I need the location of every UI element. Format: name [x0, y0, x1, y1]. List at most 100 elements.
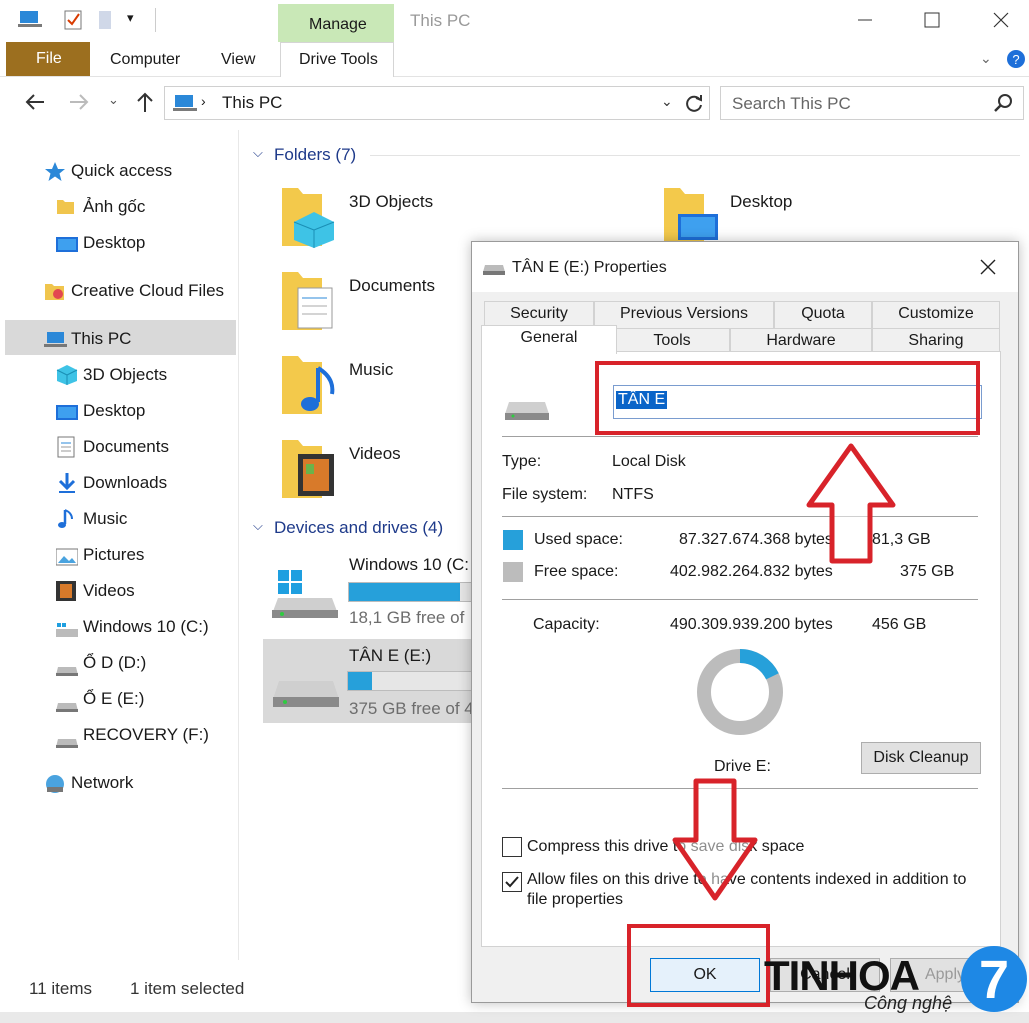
forward-arrow-icon[interactable] [66, 90, 92, 119]
nav-label: Downloads [83, 473, 168, 492]
tab-computer[interactable]: Computer [110, 51, 180, 69]
music-folder-icon [280, 350, 338, 421]
disk-cleanup-button[interactable]: Disk Cleanup [861, 742, 981, 774]
nav-label: Ổ D (D:) [83, 653, 147, 672]
drive-caption: Drive E: [714, 758, 771, 775]
folder-tile-label: Music [349, 360, 394, 379]
back-arrow-icon[interactable] [22, 90, 48, 119]
drive-tile-c[interactable]: Windows 10 (C: 18,1 GB free of [264, 550, 473, 632]
index-checkbox[interactable] [502, 872, 522, 892]
tab-label: Customize [898, 305, 974, 322]
breadcrumb-chevron-icon[interactable]: › [201, 93, 206, 109]
dialog-close-icon[interactable] [978, 257, 998, 282]
search-box[interactable]: Search This PC [720, 86, 1024, 120]
compress-label: Compress this drive to save disk space [527, 838, 805, 855]
nav-label: This PC [71, 329, 132, 348]
folder-tile-videos[interactable]: Videos [280, 434, 450, 500]
nav-label: RECOVERY (F:) [83, 725, 209, 744]
tab-quota[interactable]: Quota [774, 301, 872, 329]
videos-folder-icon [280, 434, 338, 505]
recent-locations-chevron-icon[interactable]: ⌄ [108, 92, 119, 108]
maximize-icon[interactable] [922, 10, 942, 35]
toolbar-divider [155, 8, 156, 32]
folders-group-header[interactable]: Folders (7) [274, 145, 356, 165]
desktop-icon [56, 402, 78, 434]
dialog-title: TÂN E (E:) Properties [512, 259, 667, 276]
nav-label: Network [71, 773, 134, 792]
tab-label: General [520, 329, 578, 346]
quick-access-toolbar-dropdown-icon[interactable]: ▾ [127, 10, 134, 26]
nav-label: Creative Cloud Files [71, 281, 225, 300]
windows-drive-icon [272, 570, 338, 625]
devices-group-header[interactable]: Devices and drives (4) [274, 518, 443, 538]
folder-tile-music[interactable]: Music [280, 350, 450, 416]
status-selected-count: 1 item selected [130, 979, 245, 998]
drive-tile-e[interactable]: TÂN E (E:) 375 GB free of 4 [263, 639, 474, 723]
tab-customize[interactable]: Customize [872, 301, 1000, 329]
tab-label: Security [510, 305, 568, 322]
desktop-icon [56, 234, 78, 266]
folder-tile-label: 3D Objects [349, 192, 434, 211]
this-pc-icon [44, 329, 68, 363]
free-space-swatch [503, 562, 523, 582]
annotation-highlight-ok-box [627, 924, 770, 1007]
tab-view[interactable]: View [221, 51, 255, 69]
3d-objects-icon [56, 364, 78, 398]
address-bar[interactable]: › This PC ⌄ [164, 86, 710, 120]
dialog-separator [502, 599, 978, 600]
capacity-gb: 456 GB [872, 616, 927, 633]
folder-tile-label: Videos [349, 444, 401, 463]
nav-label: Ổ E (E:) [83, 689, 145, 708]
tab-previous-versions[interactable]: Previous Versions [594, 301, 774, 329]
tab-drive-tools[interactable]: Drive Tools [280, 42, 394, 77]
nav-label: Desktop [83, 233, 146, 252]
drive-c-usage-bar [348, 582, 473, 602]
watermark-seven-badge-icon: 7 [960, 942, 1028, 1021]
up-arrow-icon[interactable] [133, 89, 157, 120]
tab-general[interactable]: General [481, 325, 617, 354]
address-this-pc-icon [173, 92, 197, 119]
refresh-icon[interactable] [683, 92, 705, 119]
close-icon[interactable] [991, 10, 1011, 35]
folder-tile-3d-objects[interactable]: 3D Objects [280, 182, 440, 248]
properties-icon[interactable] [64, 8, 84, 35]
svg-text:?: ? [1012, 52, 1019, 67]
tab-label: Quota [801, 305, 845, 322]
drive-e-usage-bar [347, 671, 473, 691]
search-icon[interactable] [993, 93, 1013, 118]
file-system-value: NTFS [612, 486, 654, 503]
capacity-bytes: 490.309.939.200 bytes [670, 616, 833, 633]
documents-folder-icon [280, 266, 338, 337]
watermark-sub: Công nghệ [864, 993, 953, 1013]
nav-label: Pictures [83, 545, 145, 564]
tab-label: Tools [653, 332, 691, 349]
annotation-highlight-label-box [595, 361, 980, 435]
address-path[interactable]: This PC [222, 93, 282, 113]
manage-tab[interactable]: Manage [278, 4, 394, 42]
folder-tile-desktop[interactable]: Desktop [662, 182, 822, 248]
type-label: Type: [502, 453, 542, 470]
nav-label: Music [83, 509, 128, 528]
dialog-separator [502, 436, 978, 437]
used-space-label: Used space: [534, 531, 623, 548]
address-dropdown-icon[interactable]: ⌄ [661, 93, 673, 110]
compress-checkbox[interactable] [502, 837, 522, 857]
drive-c-usage-fill [349, 583, 460, 601]
help-icon[interactable]: ? [1006, 48, 1026, 75]
folders-collapse-chevron-icon[interactable]: ⌵ [253, 145, 263, 161]
folder-tile-label: Documents [349, 276, 435, 295]
ribbon-collapse-chevron-icon[interactable]: ⌄ [980, 50, 992, 67]
folder-tile-documents[interactable]: Documents [280, 266, 450, 332]
annotation-down-arrow-icon [672, 778, 758, 907]
type-value: Local Disk [612, 453, 686, 470]
new-folder-icon[interactable] [98, 8, 114, 35]
drive-e-usage-fill [348, 672, 372, 690]
dialog-separator [502, 516, 978, 517]
devices-collapse-chevron-icon[interactable]: ⌵ [253, 518, 263, 534]
file-tab[interactable]: File [6, 42, 90, 76]
search-placeholder: Search This PC [732, 94, 851, 113]
minimize-icon[interactable] [855, 10, 875, 35]
disk-cleanup-label: Disk Cleanup [873, 749, 969, 766]
download-arrow-icon [56, 472, 78, 506]
videos-film-icon [56, 580, 76, 614]
